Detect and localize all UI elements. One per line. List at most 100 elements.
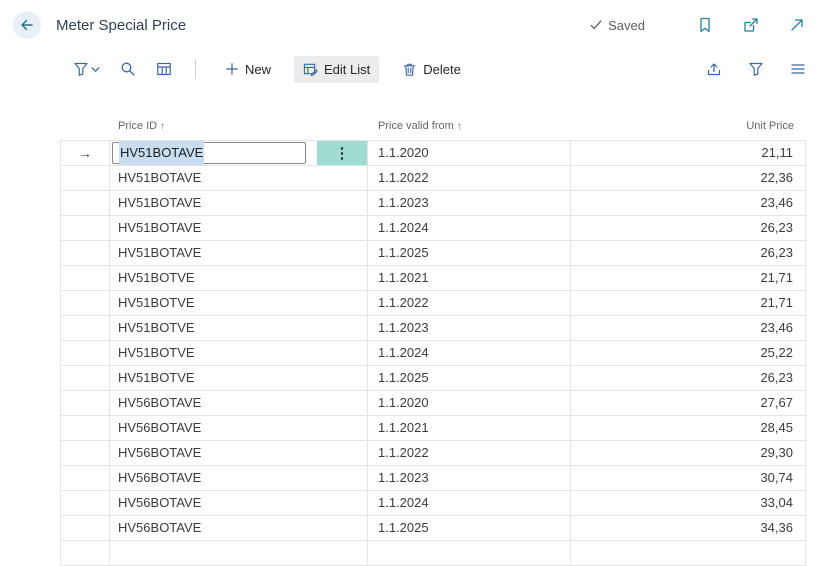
row-selector-cell[interactable] xyxy=(60,491,110,516)
table-row[interactable]: HV51BOTAVE1.1.202526,23 xyxy=(60,241,806,266)
unit-price-cell[interactable]: 21,11 xyxy=(571,141,806,166)
column-header-unit-price[interactable]: Unit Price xyxy=(746,120,794,132)
unit-price-cell[interactable]: 28,45 xyxy=(571,416,806,441)
row-selector-cell[interactable] xyxy=(60,316,110,341)
price-id-cell[interactable]: HV56BOTAVE xyxy=(110,416,368,441)
share-button[interactable] xyxy=(703,58,725,80)
row-selector-cell[interactable] xyxy=(60,266,110,291)
price-valid-from-cell[interactable]: 1.1.2024 xyxy=(368,341,571,366)
open-in-window-button[interactable] xyxy=(741,15,761,35)
table-row[interactable]: HV51BOTVE1.1.202121,71 xyxy=(60,266,806,291)
row-selector-cell[interactable]: → xyxy=(60,141,110,166)
row-selector-cell[interactable] xyxy=(60,191,110,216)
price-valid-from-cell[interactable]: 1.1.2024 xyxy=(368,491,571,516)
back-button[interactable] xyxy=(13,11,41,39)
analyze-button[interactable] xyxy=(153,58,175,80)
price-valid-from-cell[interactable]: 1.1.2021 xyxy=(368,416,571,441)
price-id-cell[interactable]: HV51BOTAVE ⋮ xyxy=(110,141,368,166)
row-selector-cell[interactable] xyxy=(60,216,110,241)
table-row[interactable]: HV56BOTAVE1.1.202534,36 xyxy=(60,516,806,541)
price-valid-from-cell[interactable]: 1.1.2022 xyxy=(368,441,571,466)
price-id-cell[interactable]: HV51BOTVE xyxy=(110,316,368,341)
table-row[interactable]: HV51BOTVE1.1.202323,46 xyxy=(60,316,806,341)
price-valid-from-cell[interactable]: 1.1.2023 xyxy=(368,316,571,341)
filter-button[interactable] xyxy=(745,58,767,80)
table-row[interactable]: HV51BOTAVE1.1.202222,36 xyxy=(60,166,806,191)
price-id-cell[interactable]: HV56BOTAVE xyxy=(110,516,368,541)
table-row[interactable]: HV51BOTVE1.1.202526,23 xyxy=(60,366,806,391)
price-valid-from-cell[interactable] xyxy=(368,541,571,566)
row-selector-cell[interactable] xyxy=(60,391,110,416)
price-valid-from-cell[interactable]: 1.1.2022 xyxy=(368,291,571,316)
unit-price-cell[interactable]: 29,30 xyxy=(571,441,806,466)
price-id-cell[interactable]: HV56BOTAVE xyxy=(110,441,368,466)
row-selector-cell[interactable] xyxy=(60,516,110,541)
table-row[interactable]: HV51BOTVE1.1.202425,22 xyxy=(60,341,806,366)
row-menu-button[interactable]: ⋮ xyxy=(317,141,367,165)
unit-price-cell[interactable]: 22,36 xyxy=(571,166,806,191)
table-row[interactable]: HV51BOTAVE1.1.202426,23 xyxy=(60,216,806,241)
unit-price-cell[interactable]: 27,67 xyxy=(571,391,806,416)
price-id-cell[interactable]: HV51BOTAVE xyxy=(110,241,368,266)
price-valid-from-cell[interactable]: 1.1.2024 xyxy=(368,216,571,241)
row-selector-cell[interactable] xyxy=(60,541,110,566)
unit-price-cell[interactable]: 23,46 xyxy=(571,191,806,216)
table-row-empty[interactable] xyxy=(60,541,806,566)
table-row[interactable]: HV56BOTAVE1.1.202433,04 xyxy=(60,491,806,516)
price-valid-from-cell[interactable]: 1.1.2020 xyxy=(368,391,571,416)
unit-price-cell[interactable] xyxy=(571,541,806,566)
table-row[interactable]: HV51BOTVE1.1.202221,71 xyxy=(60,291,806,316)
new-button[interactable]: New xyxy=(216,56,280,83)
options-menu-button[interactable] xyxy=(787,58,809,80)
unit-price-cell[interactable]: 34,36 xyxy=(571,516,806,541)
price-id-input[interactable]: HV51BOTAVE xyxy=(112,142,306,164)
price-id-cell[interactable]: HV56BOTAVE xyxy=(110,391,368,416)
price-valid-from-cell[interactable]: 1.1.2022 xyxy=(368,166,571,191)
price-id-cell[interactable]: HV51BOTVE xyxy=(110,291,368,316)
row-selector-cell[interactable] xyxy=(60,291,110,316)
bookmark-button[interactable] xyxy=(695,15,715,35)
table-row[interactable]: HV56BOTAVE1.1.202229,30 xyxy=(60,441,806,466)
unit-price-cell[interactable]: 25,22 xyxy=(571,341,806,366)
price-id-cell[interactable]: HV51BOTAVE xyxy=(110,166,368,191)
unit-price-cell[interactable]: 21,71 xyxy=(571,266,806,291)
price-valid-from-cell[interactable]: 1.1.2025 xyxy=(368,516,571,541)
price-id-cell[interactable] xyxy=(110,541,368,566)
row-selector-cell[interactable] xyxy=(60,341,110,366)
edit-list-button[interactable]: Edit List xyxy=(294,56,379,83)
unit-price-cell[interactable]: 26,23 xyxy=(571,216,806,241)
expand-button[interactable] xyxy=(787,15,807,35)
unit-price-cell[interactable]: 26,23 xyxy=(571,366,806,391)
column-header-price-id[interactable]: Price ID ↑ xyxy=(118,120,165,132)
price-valid-from-cell[interactable]: 1.1.2025 xyxy=(368,241,571,266)
price-valid-from-cell[interactable]: 1.1.2021 xyxy=(368,266,571,291)
price-valid-from-cell[interactable]: 1.1.2020 xyxy=(368,141,571,166)
table-row[interactable]: HV51BOTAVE1.1.202323,46 xyxy=(60,191,806,216)
row-selector-cell[interactable] xyxy=(60,241,110,266)
search-button[interactable] xyxy=(117,58,139,80)
price-valid-from-cell[interactable]: 1.1.2023 xyxy=(368,466,571,491)
price-id-cell[interactable]: HV51BOTVE xyxy=(110,366,368,391)
row-selector-cell[interactable] xyxy=(60,166,110,191)
column-header-price-valid-from[interactable]: Price valid from ↑ xyxy=(378,120,462,132)
table-row[interactable]: HV56BOTAVE1.1.202330,74 xyxy=(60,466,806,491)
price-id-cell[interactable]: HV51BOTAVE xyxy=(110,191,368,216)
price-id-cell[interactable]: HV51BOTVE xyxy=(110,266,368,291)
unit-price-cell[interactable]: 26,23 xyxy=(571,241,806,266)
unit-price-cell[interactable]: 33,04 xyxy=(571,491,806,516)
row-selector-cell[interactable] xyxy=(60,466,110,491)
unit-price-cell[interactable]: 23,46 xyxy=(571,316,806,341)
price-id-cell[interactable]: HV51BOTAVE xyxy=(110,216,368,241)
price-id-cell[interactable]: HV56BOTAVE xyxy=(110,491,368,516)
price-valid-from-cell[interactable]: 1.1.2023 xyxy=(368,191,571,216)
price-valid-from-cell[interactable]: 1.1.2025 xyxy=(368,366,571,391)
table-row[interactable]: HV56BOTAVE1.1.202027,67 xyxy=(60,391,806,416)
price-id-cell[interactable]: HV56BOTAVE xyxy=(110,466,368,491)
unit-price-cell[interactable]: 30,74 xyxy=(571,466,806,491)
price-id-cell[interactable]: HV51BOTVE xyxy=(110,341,368,366)
delete-button[interactable]: Delete xyxy=(393,56,470,83)
row-selector-cell[interactable] xyxy=(60,366,110,391)
filter-dropdown-button[interactable] xyxy=(70,58,103,80)
row-selector-cell[interactable] xyxy=(60,416,110,441)
table-row[interactable]: HV56BOTAVE1.1.202128,45 xyxy=(60,416,806,441)
